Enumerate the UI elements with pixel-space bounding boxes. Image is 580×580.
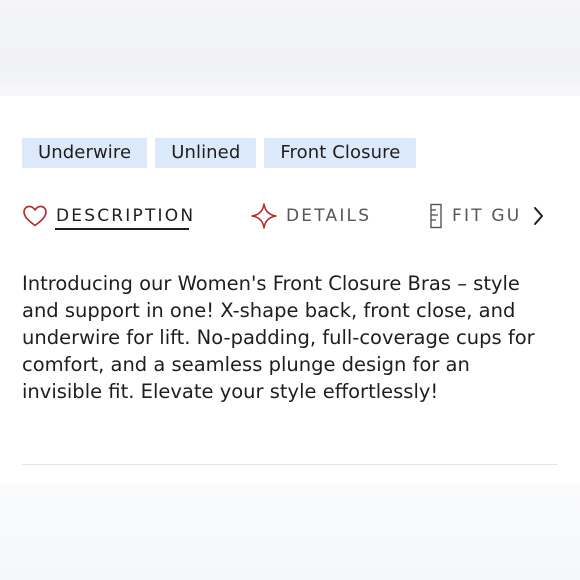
product-info-tabs: DESCRIPTION DETAILS FIT GU [22,196,558,236]
heart-icon [22,204,48,228]
tab-fit-guide[interactable]: FIT GU [428,196,520,236]
tab-details-label: DETAILS [286,206,372,226]
tab-description[interactable]: DESCRIPTION [22,196,195,236]
tag-underwire: Underwire [22,138,148,168]
chevron-right-icon [531,205,545,227]
tab-description-label: DESCRIPTION [56,206,196,226]
bottom-area [0,484,580,580]
active-tab-indicator [55,228,189,230]
tabs-scroll-right[interactable] [526,202,550,230]
section-divider [22,464,558,465]
tag-unlined: Unlined [155,138,257,168]
tag-front-closure: Front Closure [264,138,417,168]
feature-tags: Underwire Unlined Front Closure [22,138,417,168]
sparkle-icon [250,202,278,230]
ruler-icon [428,203,444,229]
product-description: Introducing our Women's Front Closure Br… [22,272,535,403]
product-image-area [0,0,580,96]
tab-details[interactable]: DETAILS [250,196,371,236]
tab-fit-guide-label: FIT GU [452,206,520,226]
